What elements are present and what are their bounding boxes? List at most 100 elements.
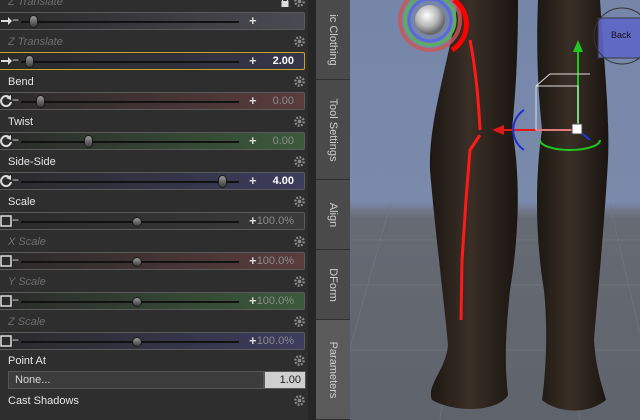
tab-label: ic Clothing: [327, 13, 339, 66]
tab-tool-settings[interactable]: Tool Settings: [316, 80, 350, 180]
parameter-slider[interactable]: − +0.00: [0, 132, 305, 150]
parameter-row: X Scale − +100.0%: [0, 234, 310, 274]
increment-icon[interactable]: +: [249, 173, 257, 188]
point-at-label: Point At: [8, 355, 46, 367]
decrement-icon[interactable]: −: [12, 213, 19, 227]
increment-icon[interactable]: +: [249, 93, 257, 108]
lock-icon[interactable]: [280, 0, 290, 7]
decrement-icon[interactable]: −: [12, 133, 19, 147]
gear-icon[interactable]: [293, 394, 306, 407]
gear-icon[interactable]: [293, 155, 306, 168]
slider-knob[interactable]: [84, 135, 93, 148]
parameter-label: Twist: [8, 116, 34, 128]
decrement-icon[interactable]: −: [12, 253, 19, 267]
parameter-value[interactable]: 2.00: [273, 55, 294, 67]
slider-knob[interactable]: [25, 55, 35, 68]
parameter-value[interactable]: 4.00: [273, 175, 294, 187]
tab-align[interactable]: Align: [316, 180, 350, 250]
parameter-label: Scale: [8, 196, 36, 208]
increment-icon[interactable]: +: [249, 133, 257, 148]
parameter-slider[interactable]: − +: [0, 12, 305, 30]
cast-shadows-row: Cast Shadows: [0, 393, 310, 420]
parameter-row: Side-Side − +4.00: [0, 154, 310, 194]
parameter-row: Twist − +0.00: [0, 114, 310, 154]
gear-icon[interactable]: [293, 195, 306, 208]
decrement-icon[interactable]: −: [12, 173, 19, 187]
slider-knob[interactable]: [132, 337, 143, 347]
slider-track[interactable]: [21, 21, 239, 23]
gear-icon[interactable]: [293, 275, 306, 288]
parameter-slider[interactable]: − +100.0%: [0, 212, 305, 230]
slider-track[interactable]: [21, 141, 239, 143]
decrement-icon[interactable]: −: [12, 333, 19, 347]
tab-parameters[interactable]: Parameters: [316, 320, 350, 420]
tab-ic-clothing[interactable]: ic Clothing: [316, 0, 350, 80]
parameters-panel: Z Translate − + Z Translate − +2.00 Bend − +0.00…: [0, 0, 316, 420]
gear-icon[interactable]: [293, 354, 306, 367]
point-at-row: Point At None... 1.00: [0, 353, 310, 393]
gear-icon[interactable]: [293, 115, 306, 128]
parameter-slider[interactable]: − +0.00: [0, 92, 305, 110]
decrement-icon[interactable]: −: [12, 13, 19, 27]
parameter-label: Z Scale: [8, 316, 46, 328]
parameter-value[interactable]: 0.00: [273, 135, 294, 147]
right-leg: [537, 0, 609, 411]
slider-knob[interactable]: [218, 175, 228, 188]
tab-dform[interactable]: DForm: [316, 250, 350, 320]
decrement-icon[interactable]: −: [12, 293, 19, 307]
slider-knob[interactable]: [132, 217, 143, 227]
point-at-selector[interactable]: None...: [8, 371, 264, 389]
slider-knob[interactable]: [35, 95, 45, 108]
tab-label: Parameters: [327, 341, 339, 398]
parameter-value[interactable]: 100.0%: [257, 255, 294, 267]
cast-shadows-label: Cast Shadows: [8, 395, 79, 407]
parameter-row: Z Translate − +2.00: [0, 34, 310, 74]
increment-icon[interactable]: +: [249, 213, 257, 228]
slider-track[interactable]: [21, 61, 239, 63]
parameter-slider[interactable]: − +4.00: [0, 172, 305, 190]
parameter-label: Side-Side: [8, 156, 56, 168]
decrement-icon[interactable]: −: [12, 93, 19, 107]
slider-track[interactable]: [21, 181, 239, 183]
gear-icon[interactable]: [293, 0, 306, 8]
increment-icon[interactable]: +: [249, 293, 257, 308]
increment-icon[interactable]: +: [249, 13, 257, 28]
point-at-value[interactable]: 1.00: [264, 371, 306, 389]
gear-icon[interactable]: [293, 35, 306, 48]
parameter-label: Bend: [8, 76, 34, 88]
slider-track[interactable]: [21, 221, 239, 223]
increment-icon[interactable]: +: [249, 253, 257, 268]
parameter-value[interactable]: 100.0%: [257, 215, 294, 227]
increment-icon[interactable]: +: [249, 333, 257, 348]
3d-viewport[interactable]: Back: [350, 0, 640, 420]
parameter-slider[interactable]: − +100.0%: [0, 292, 305, 310]
view-cube-label[interactable]: Back: [611, 30, 631, 40]
panel-scrollbar[interactable]: [308, 0, 316, 420]
slider-track[interactable]: [21, 261, 239, 263]
slider-track[interactable]: [21, 341, 239, 343]
slider-track[interactable]: [21, 101, 239, 103]
parameter-row: Bend − +0.00: [0, 74, 310, 114]
gear-icon[interactable]: [293, 75, 306, 88]
parameter-value[interactable]: 100.0%: [257, 295, 294, 307]
slider-knob[interactable]: [132, 297, 143, 307]
slider-knob[interactable]: [29, 15, 39, 28]
parameter-row: Z Scale − +100.0%: [0, 314, 310, 354]
parameter-value[interactable]: 100.0%: [257, 335, 294, 347]
parameter-value[interactable]: 0.00: [273, 95, 294, 107]
parameter-slider[interactable]: − +2.00: [0, 52, 305, 70]
tab-label: Align: [327, 202, 339, 227]
parameter-row: Scale − +100.0%: [0, 194, 310, 234]
increment-icon[interactable]: +: [249, 53, 257, 68]
tab-label: DForm: [327, 267, 339, 302]
gear-icon[interactable]: [293, 235, 306, 248]
slider-knob[interactable]: [132, 257, 143, 267]
slider-track[interactable]: [21, 301, 239, 303]
tab-label: Tool Settings: [327, 98, 339, 161]
parameter-label: X Scale: [8, 236, 46, 248]
decrement-icon[interactable]: −: [12, 53, 19, 67]
parameter-slider[interactable]: − +100.0%: [0, 332, 305, 350]
parameter-slider[interactable]: − +100.0%: [0, 252, 305, 270]
parameter-label: Z Translate: [8, 0, 63, 8]
gear-icon[interactable]: [293, 315, 306, 328]
